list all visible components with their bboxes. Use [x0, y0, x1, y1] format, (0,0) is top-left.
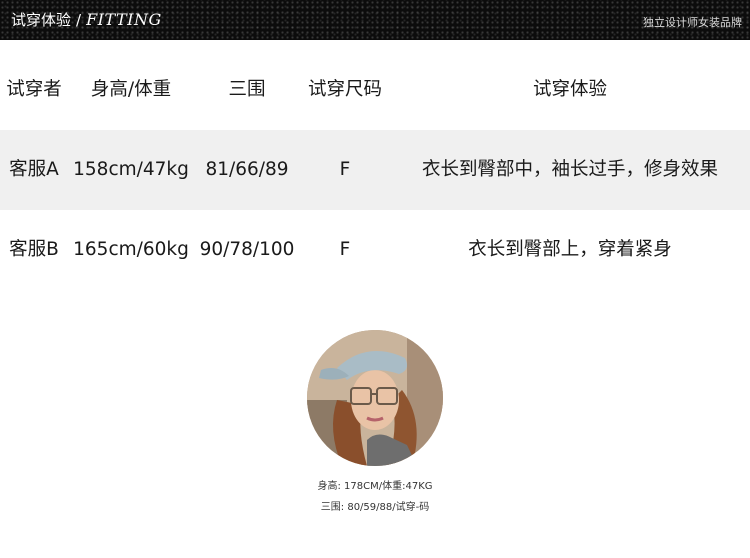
table-row: 客服A 158cm/47kg 81/66/89 F 衣长到臀部中，袖长过手，修身…: [0, 130, 750, 210]
brand-tagline: 独立设计师女装品牌: [643, 16, 742, 29]
header-bar: 试穿体验 / FITTING 独立设计师女装品牌: [0, 0, 750, 40]
cell-size: F: [339, 159, 351, 180]
cell-experience: 衣长到臀部上，穿着紧身: [468, 239, 672, 260]
cell-tester: 客服B: [9, 239, 59, 260]
header-size: 试穿尺码: [307, 79, 383, 100]
model-portrait-illustration: [307, 330, 443, 466]
cell-size: F: [339, 239, 351, 260]
section-title-cn: 试穿体验: [11, 11, 72, 29]
cell-height-weight: 165cm/60kg: [73, 239, 189, 260]
title-separator: /: [76, 11, 82, 29]
section-title-en: FITTING: [86, 10, 162, 29]
cell-measurements: 90/78/100: [199, 239, 295, 260]
table-row: 客服B 165cm/60kg 90/78/100 F 衣长到臀部上，穿着紧身: [0, 210, 750, 290]
cell-experience: 衣长到臀部中，袖长过手，修身效果: [421, 159, 719, 180]
model-stats-height-weight: 身高: 178CM/体重:47KG: [317, 481, 433, 492]
cell-measurements: 81/66/89: [205, 159, 289, 180]
section-title: 试穿体验 / FITTING: [11, 10, 162, 30]
header-height-weight: 身高/体重: [90, 79, 172, 100]
fitting-table: 试穿者 身高/体重 三围 试穿尺码 试穿体验 客服A 158cm/47kg 81…: [0, 50, 750, 290]
header-experience: 试穿体验: [532, 79, 608, 100]
cell-height-weight: 158cm/47kg: [73, 159, 189, 180]
table-header-row: 试穿者 身高/体重 三围 试穿尺码 试穿体验: [0, 50, 750, 130]
model-photo: [307, 330, 443, 466]
avatar: [307, 330, 443, 466]
cell-tester: 客服A: [9, 159, 59, 180]
header-tester: 试穿者: [6, 79, 62, 100]
model-stats-measurements: 三围: 80/59/88/试穿-码: [320, 502, 430, 513]
header-measurements: 三围: [228, 79, 266, 100]
